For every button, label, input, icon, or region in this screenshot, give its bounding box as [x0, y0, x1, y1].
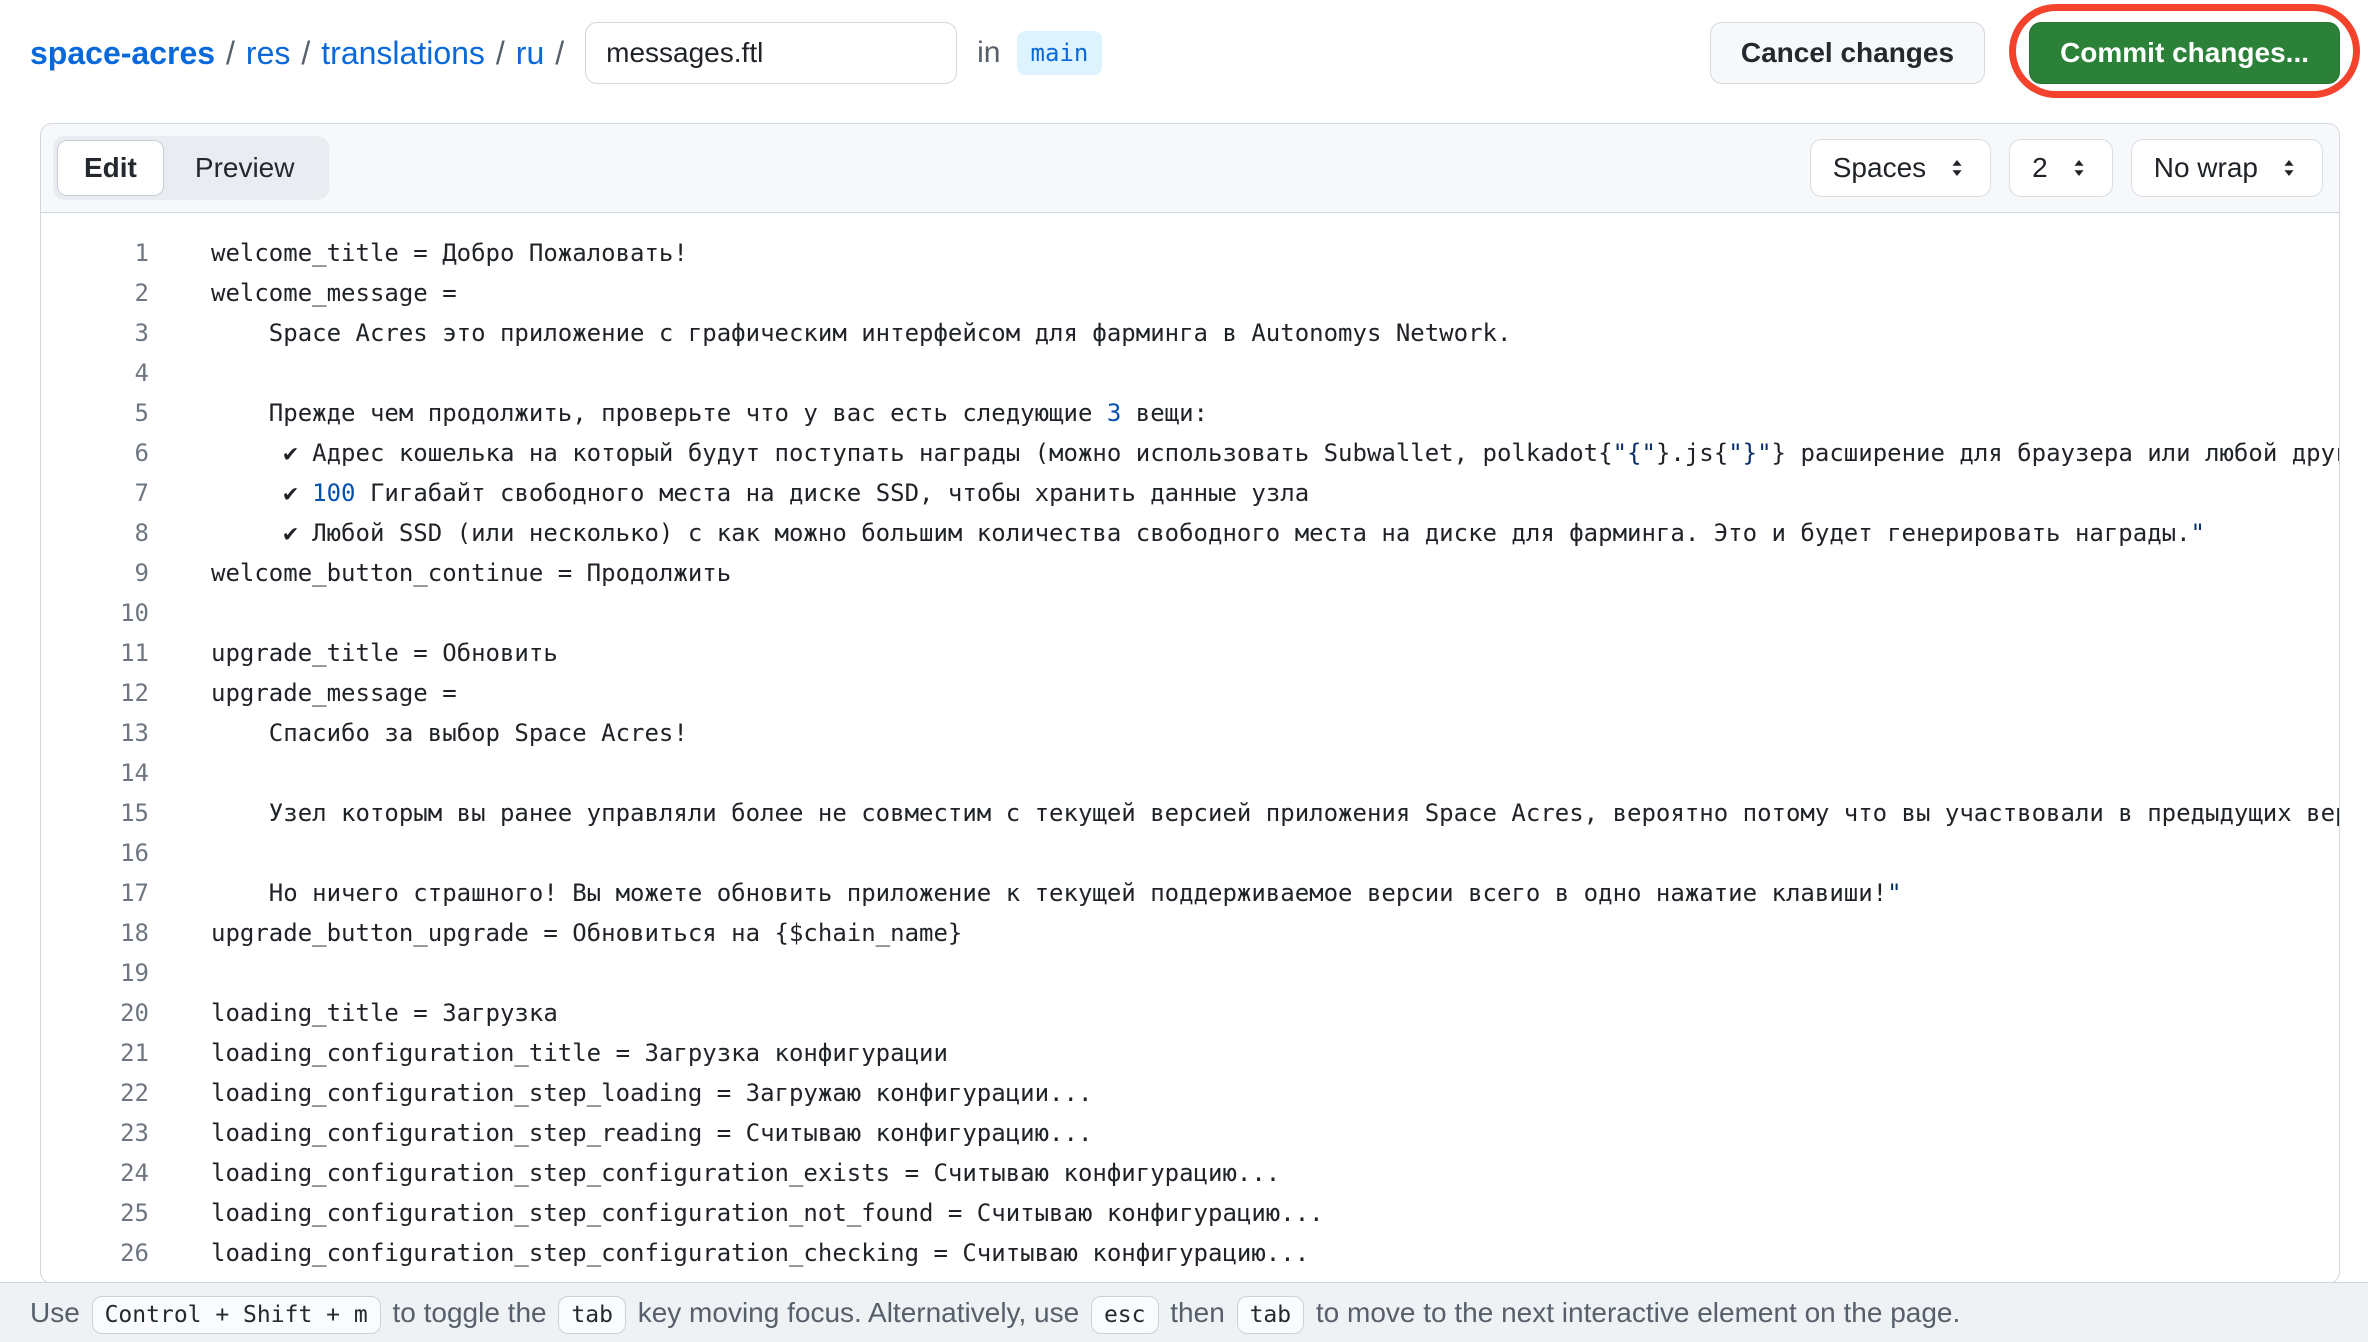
- editor-toolbar: Edit Preview Spaces 2 No wrap: [41, 124, 2339, 213]
- branch-badge[interactable]: main: [1017, 31, 1103, 75]
- code-line: [211, 833, 2339, 873]
- line-number: 17: [41, 873, 149, 913]
- line-number: 5: [41, 393, 149, 433]
- tab-preview[interactable]: Preview: [164, 140, 326, 196]
- file-header: space-acres / res / translations / ru / …: [30, 0, 2340, 106]
- line-number: 12: [41, 673, 149, 713]
- line-number: 22: [41, 1073, 149, 1113]
- footer-content: Use Control + Shift + m to toggle the ta…: [30, 1297, 1960, 1329]
- line-number: 16: [41, 833, 149, 873]
- line-number: 24: [41, 1153, 149, 1193]
- keyboard-shortcut: Control + Shift + m: [92, 1296, 381, 1334]
- line-number: 7: [41, 473, 149, 513]
- code-editor[interactable]: 1234567891011121314151617181920212223242…: [41, 213, 2339, 1273]
- tab-edit[interactable]: Edit: [57, 140, 164, 196]
- code-line: upgrade_button_upgrade = Обновиться на {…: [211, 913, 2339, 953]
- code-line: loading_configuration_step_configuration…: [211, 1193, 2339, 1233]
- breadcrumb: space-acres / res / translations / ru /: [30, 35, 575, 72]
- wrap-mode-value: No wrap: [2154, 152, 2258, 184]
- line-number: 25: [41, 1193, 149, 1233]
- line-number: 9: [41, 553, 149, 593]
- line-number: 23: [41, 1113, 149, 1153]
- code-line: loading_title = Загрузка: [211, 993, 2339, 1033]
- line-number: 2: [41, 273, 149, 313]
- line-number: 4: [41, 353, 149, 393]
- code-line: loading_configuration_title = Загрузка к…: [211, 1033, 2339, 1073]
- cancel-changes-button[interactable]: Cancel changes: [1710, 22, 1985, 84]
- code-line: Space Acres это приложение с графическим…: [211, 313, 2339, 353]
- line-number: 14: [41, 753, 149, 793]
- breadcrumb-translations-link[interactable]: translations: [321, 35, 485, 72]
- chevron-updown-icon: [2068, 157, 2090, 179]
- filename-input[interactable]: [585, 22, 957, 84]
- indent-mode-select[interactable]: Spaces: [1810, 139, 1991, 197]
- code-line: upgrade_title = Обновить: [211, 633, 2339, 673]
- keyboard-shortcut: esc: [1091, 1296, 1159, 1334]
- line-number: 6: [41, 433, 149, 473]
- indent-size-value: 2: [2032, 152, 2048, 184]
- file-editor: Edit Preview Spaces 2 No wrap: [40, 123, 2340, 1284]
- line-gutter: 1234567891011121314151617181920212223242…: [41, 233, 149, 1273]
- breadcrumb-separator: /: [215, 35, 246, 72]
- accessibility-footer: Use Control + Shift + m to toggle the ta…: [0, 1282, 2368, 1342]
- edit-preview-tabs: Edit Preview: [53, 136, 329, 200]
- code-line: ✔ Адрес кошелька на который будут поступ…: [211, 433, 2339, 473]
- chevron-updown-icon: [2278, 157, 2300, 179]
- line-number: 10: [41, 593, 149, 633]
- breadcrumb-repo-link[interactable]: space-acres: [30, 35, 215, 72]
- line-number: 11: [41, 633, 149, 673]
- code-line: [211, 753, 2339, 793]
- code-line: loading_configuration_step_configuration…: [211, 1153, 2339, 1193]
- breadcrumb-separator: /: [485, 35, 516, 72]
- line-number: 26: [41, 1233, 149, 1273]
- breadcrumb-res-link[interactable]: res: [246, 35, 290, 72]
- breadcrumb-separator: /: [290, 35, 321, 72]
- line-number: 8: [41, 513, 149, 553]
- wrap-mode-select[interactable]: No wrap: [2131, 139, 2323, 197]
- commit-changes-button[interactable]: Commit changes...: [2029, 22, 2340, 84]
- code-line: loading_configuration_step_loading = Заг…: [211, 1073, 2339, 1113]
- line-number: 15: [41, 793, 149, 833]
- indent-mode-value: Spaces: [1833, 152, 1926, 184]
- code-line: [211, 593, 2339, 633]
- code-line: upgrade_message =: [211, 673, 2339, 713]
- in-label: in: [977, 36, 1000, 70]
- code-line: loading_configuration_step_configuration…: [211, 1233, 2339, 1273]
- commit-button-wrap: Commit changes...: [2029, 22, 2340, 84]
- code-line: [211, 953, 2339, 993]
- code-line: Но ничего страшного! Вы можете обновить …: [211, 873, 2339, 913]
- breadcrumb-ru-link[interactable]: ru: [516, 35, 544, 72]
- code-line: welcome_title = Добро Пожаловать!: [211, 233, 2339, 273]
- code-line: [211, 353, 2339, 393]
- code-line: welcome_message =: [211, 273, 2339, 313]
- keyboard-shortcut: tab: [1237, 1296, 1305, 1334]
- editor-settings: Spaces 2 No wrap: [1810, 139, 2323, 197]
- line-number: 20: [41, 993, 149, 1033]
- indent-size-select[interactable]: 2: [2009, 139, 2113, 197]
- line-number: 19: [41, 953, 149, 993]
- breadcrumb-separator: /: [544, 35, 575, 72]
- chevron-updown-icon: [1946, 157, 1968, 179]
- line-number: 18: [41, 913, 149, 953]
- code-line: Прежде чем продолжить, проверьте что у в…: [211, 393, 2339, 433]
- line-number: 21: [41, 1033, 149, 1073]
- line-number: 13: [41, 713, 149, 753]
- code-line: Спасибо за выбор Space Acres!: [211, 713, 2339, 753]
- code-line: Узел которым вы ранее управляли более не…: [211, 793, 2339, 833]
- code-line: welcome_button_continue = Продолжить: [211, 553, 2339, 593]
- code-lines: welcome_title = Добро Пожаловать!welcome…: [149, 233, 2339, 1273]
- line-number: 1: [41, 233, 149, 273]
- code-line: ✔ 100 Гигабайт свободного места на диске…: [211, 473, 2339, 513]
- keyboard-shortcut: tab: [558, 1296, 626, 1334]
- code-line: ✔ Любой SSD (или несколько) с как можно …: [211, 513, 2339, 553]
- page: space-acres / res / translations / ru / …: [0, 0, 2368, 1342]
- code-line: loading_configuration_step_reading = Счи…: [211, 1113, 2339, 1153]
- line-number: 3: [41, 313, 149, 353]
